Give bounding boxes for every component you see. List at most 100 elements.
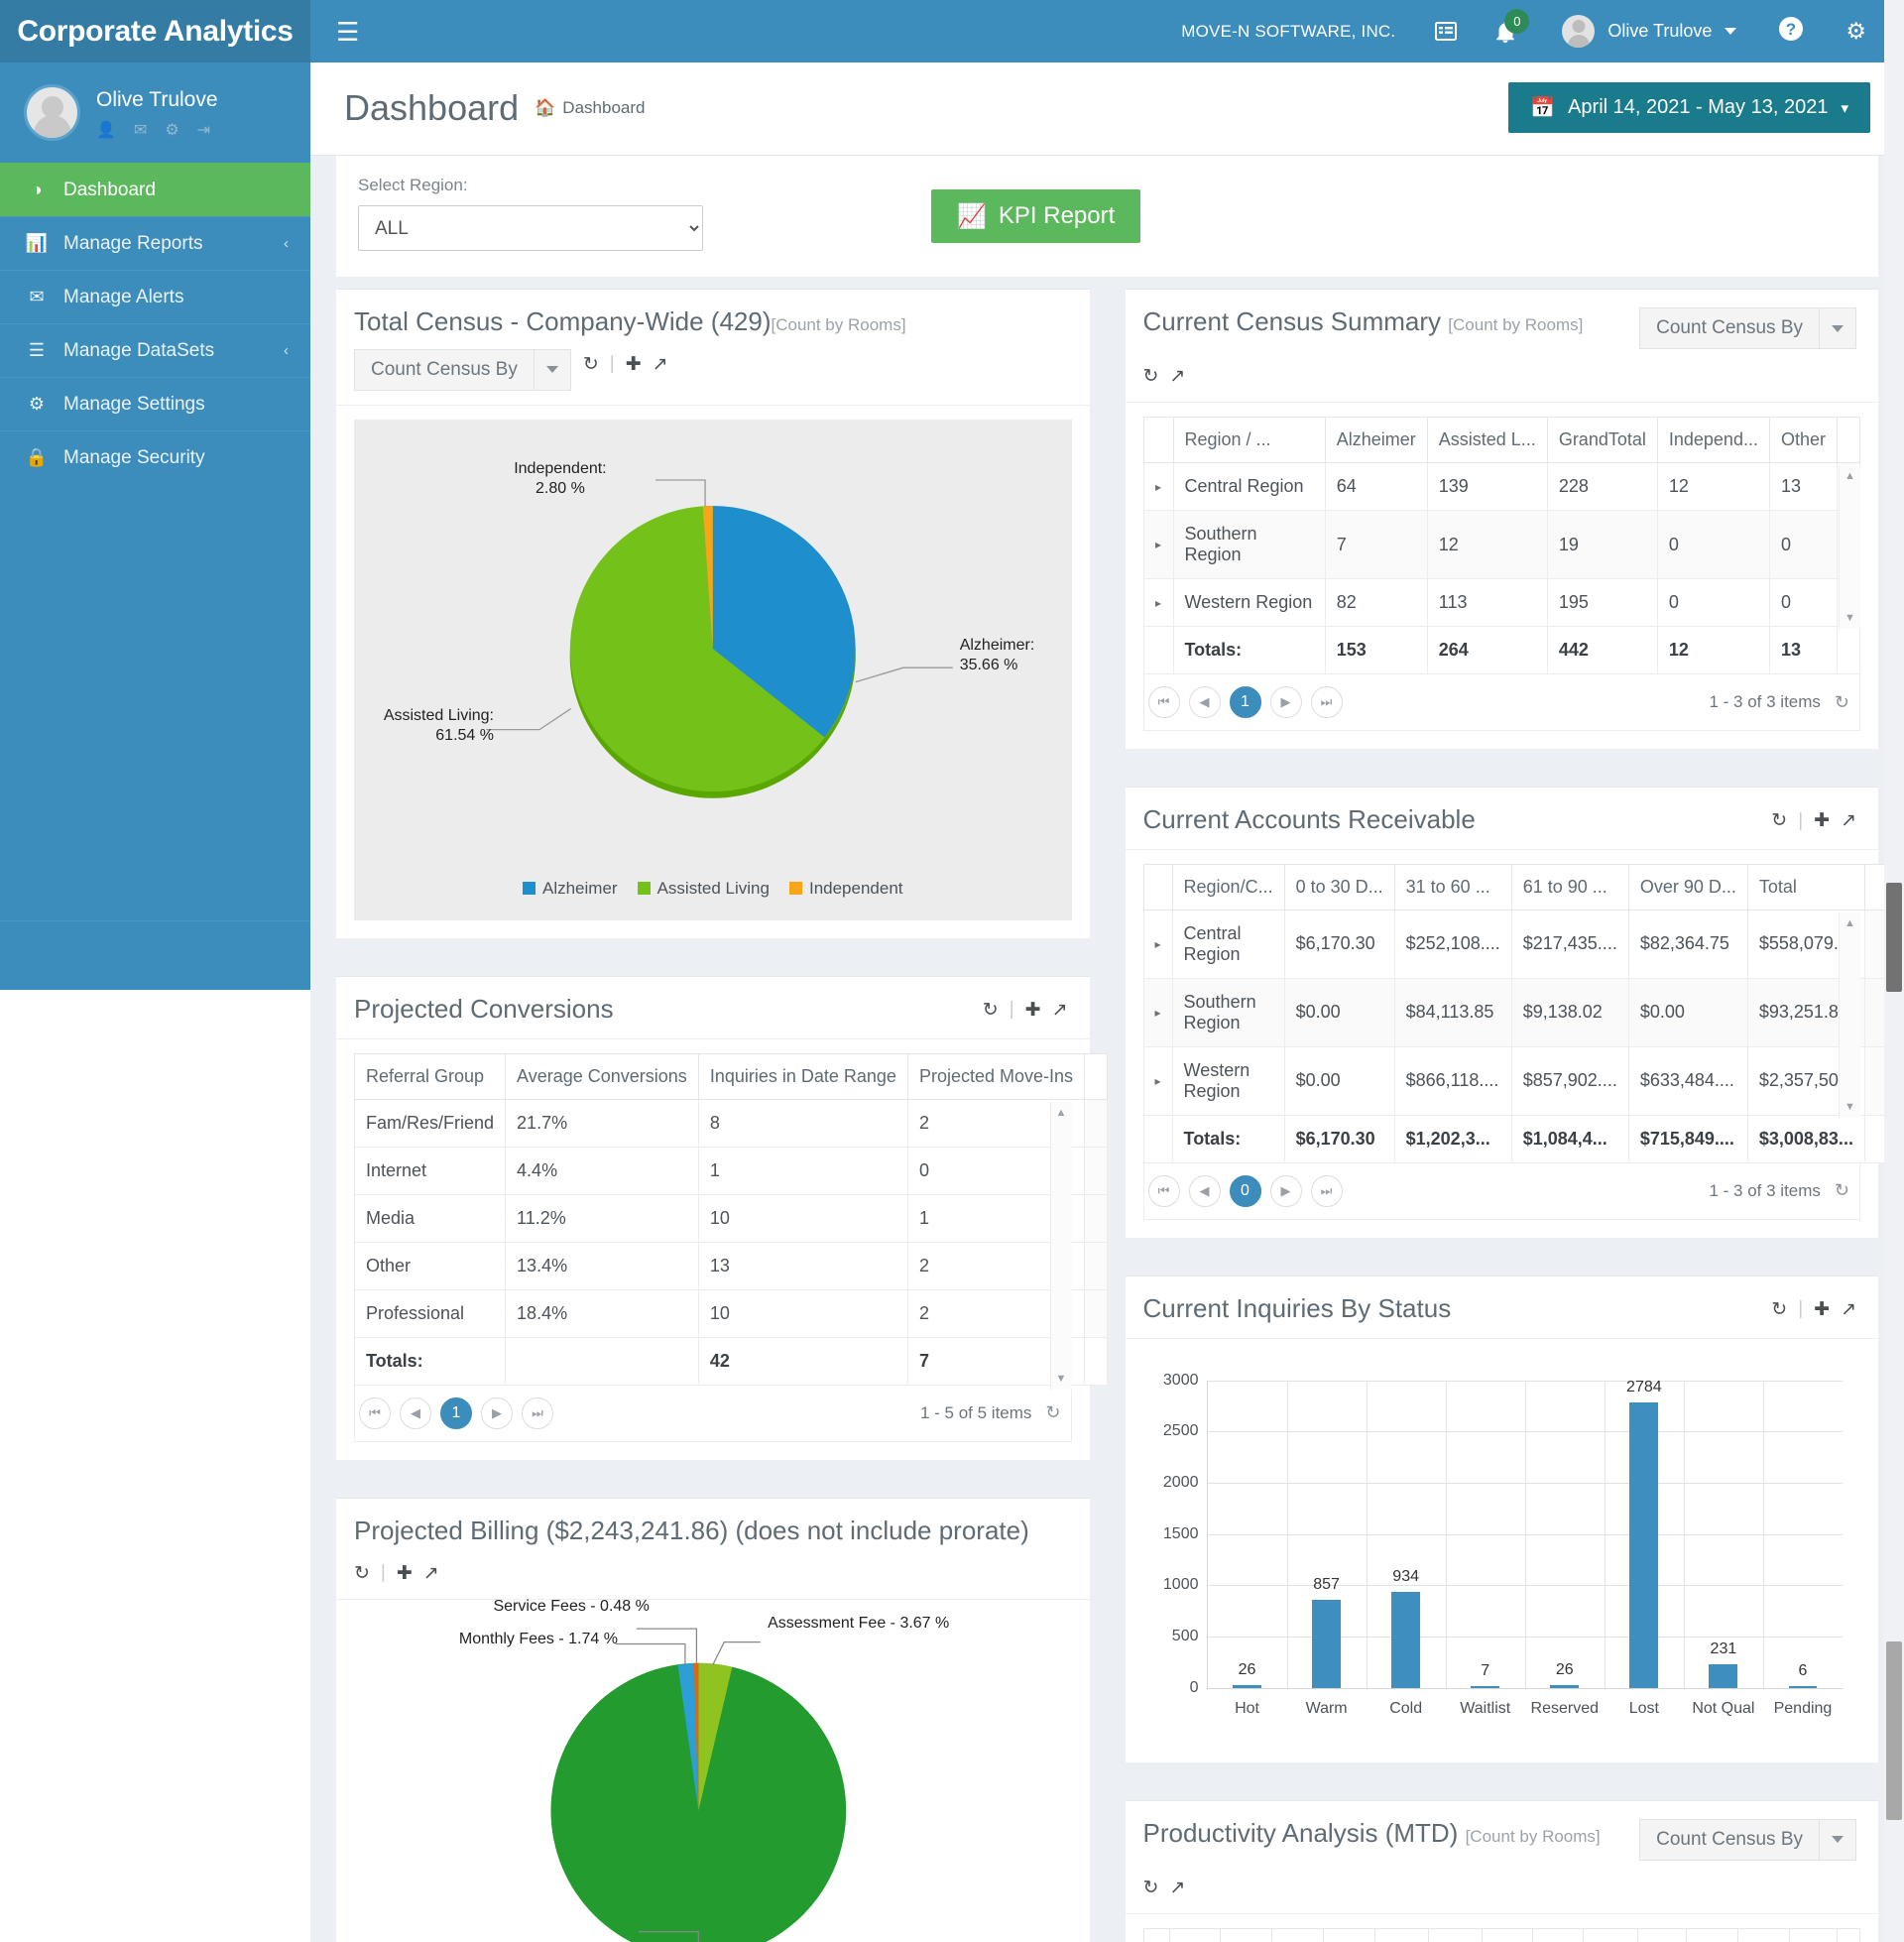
logout-icon[interactable]: ⇥ [197, 120, 210, 140]
column-header[interactable]: R... [1272, 1928, 1324, 1942]
expand-icon[interactable]: ↗ [1052, 999, 1068, 1022]
count-census-by-dropdown[interactable]: Count Census By [1639, 307, 1856, 349]
row-expander-icon[interactable]: ▸ [1143, 1046, 1172, 1115]
table-row[interactable]: ▸ Central Region 64 139 228 12 13 [1143, 463, 1860, 511]
sidebar-item-manage-alerts[interactable]: ✉ Manage Alerts [0, 270, 310, 323]
chevron-down-icon[interactable] [534, 349, 571, 391]
sidebar-item-manage-settings[interactable]: ⚙ Manage Settings [0, 377, 310, 430]
column-header[interactable]: Independ... [1657, 418, 1769, 463]
refresh-icon[interactable]: ↻ [1143, 1877, 1159, 1899]
sidebar-item-manage-datasets[interactable]: ☰ Manage DataSets ‹ [0, 323, 310, 377]
last-page-button[interactable]: ⏭ [522, 1397, 553, 1429]
expand-icon[interactable]: ↗ [1841, 809, 1856, 832]
page-scrollbar[interactable] [1884, 0, 1904, 1942]
refresh-icon[interactable]: ↻ [1045, 1402, 1060, 1423]
hamburger-icon[interactable]: ☰ [336, 19, 359, 45]
row-expander-icon[interactable]: ▸ [1143, 511, 1173, 579]
row-expander-icon[interactable]: ▸ [1143, 978, 1172, 1046]
table-row[interactable]: ▸ Southern Region $0.00 $84,113.85 $9,13… [1143, 978, 1887, 1046]
column-header[interactable]: R... [1221, 1928, 1272, 1942]
first-page-button[interactable]: ⏮ [359, 1397, 391, 1429]
refresh-icon[interactable]: ↻ [1143, 365, 1159, 388]
scroll-up-arrow[interactable]: ▲ [1056, 1107, 1067, 1119]
column-header[interactable]: 61 to 90 ... [1511, 864, 1628, 910]
dashboard-scroll-area[interactable]: Select Region: ALL 📈 KPI Report [310, 156, 1904, 1942]
scroll-down-arrow[interactable]: ▼ [1844, 612, 1855, 624]
table-row[interactable]: ▸ Southern Region 7 12 19 0 0 [1143, 511, 1860, 579]
user-menu[interactable]: Olive Trulove [1562, 15, 1736, 48]
bar-lost[interactable] [1629, 1402, 1658, 1688]
plus-icon[interactable]: ✚ [1814, 1298, 1830, 1321]
column-header[interactable]: 31 to 60 ... [1394, 864, 1511, 910]
column-header[interactable]: Region/C... [1172, 864, 1284, 910]
column-header[interactable]: 0 to 30 D... [1284, 864, 1394, 910]
scroll-up-arrow[interactable]: ▲ [1844, 470, 1855, 482]
table-vertical-scrollbar[interactable]: ▲ ▼ [1050, 1102, 1072, 1390]
gear-icon[interactable]: ⚙ [165, 120, 178, 140]
column-header[interactable]: Average Conversions [506, 1053, 699, 1099]
prev-page-button[interactable]: ◀ [400, 1397, 431, 1429]
column-header[interactable]: M... [1375, 1928, 1429, 1942]
column-header[interactable]: Over 90 D... [1628, 864, 1747, 910]
column-header[interactable]: Region / ... [1173, 418, 1325, 463]
column-header[interactable]: D... [1738, 1928, 1790, 1942]
question-circle-icon[interactable]: ? [1778, 16, 1804, 48]
bar-reserved[interactable] [1550, 1685, 1579, 1688]
column-header[interactable]: S... [1482, 1928, 1532, 1942]
prev-page-button[interactable]: ◀ [1189, 1175, 1221, 1207]
first-page-button[interactable]: ⏮ [1148, 1175, 1180, 1207]
refresh-icon[interactable]: ↻ [583, 353, 599, 376]
refresh-icon[interactable]: ↻ [354, 1562, 370, 1585]
column-header[interactable]: Referral Group [355, 1053, 506, 1099]
next-page-button[interactable]: ▶ [481, 1397, 513, 1429]
expand-icon[interactable]: ↗ [1169, 365, 1185, 388]
scroll-down-arrow[interactable]: ▼ [1844, 1101, 1855, 1113]
bar-waitlist[interactable] [1471, 1686, 1499, 1687]
sidebar-item-dashboard[interactable]: ◑ Dashboard [0, 163, 310, 216]
table-row[interactable]: Media 11.2% 10 1 [355, 1194, 1108, 1242]
column-header[interactable]: H... [1687, 1928, 1738, 1942]
table-row[interactable]: Fam/Res/Friend 21.7% 8 2 [355, 1099, 1108, 1147]
expand-icon[interactable]: ↗ [1841, 1298, 1856, 1321]
scroll-up-arrow[interactable]: ▲ [1844, 917, 1855, 929]
refresh-icon[interactable]: ↻ [1835, 1180, 1849, 1201]
table-vertical-scrollbar[interactable]: ▲ ▼ [1839, 465, 1860, 629]
table-row[interactable]: Other 13.4% 13 2 [355, 1242, 1108, 1289]
scrollbar-thumb[interactable] [1886, 883, 1902, 992]
plus-icon[interactable]: ✚ [1025, 999, 1041, 1022]
next-page-button[interactable]: ▶ [1270, 686, 1302, 718]
row-expander-icon[interactable]: ▸ [1143, 463, 1173, 511]
column-header[interactable]: Projected Move-Ins [907, 1053, 1084, 1099]
row-expander-icon[interactable]: ▸ [1143, 910, 1172, 978]
sidebar-item-manage-security[interactable]: 🔒 Manage Security [0, 430, 310, 484]
refresh-icon[interactable]: ↻ [1771, 1298, 1787, 1321]
count-census-by-dropdown[interactable]: Count Census By [1639, 1819, 1856, 1861]
last-page-button[interactable]: ⏭ [1311, 686, 1343, 718]
current-page-button[interactable]: 1 [1230, 686, 1261, 718]
column-header[interactable]: Pr... [1583, 1928, 1638, 1942]
table-row[interactable]: Internet 4.4% 1 0 [355, 1147, 1108, 1194]
expand-icon[interactable]: ↗ [423, 1562, 439, 1585]
user-icon[interactable]: 👤 [96, 120, 116, 140]
count-census-by-dropdown[interactable]: Count Census By [354, 349, 571, 391]
column-header[interactable]: Alzheimer [1325, 418, 1427, 463]
list-alt-icon[interactable] [1435, 22, 1457, 41]
region-select[interactable]: ALL [358, 205, 703, 251]
expand-icon[interactable]: ↗ [653, 353, 668, 376]
column-header[interactable]: Inq [1638, 1928, 1687, 1942]
prev-page-button[interactable]: ◀ [1189, 686, 1221, 718]
refresh-icon[interactable]: ↻ [983, 999, 999, 1022]
column-header[interactable]: M... [1428, 1928, 1482, 1942]
bar-hot[interactable] [1233, 1685, 1261, 1688]
bar-warm[interactable] [1312, 1600, 1341, 1688]
column-header[interactable]: S... [1532, 1928, 1583, 1942]
table-row[interactable]: ▸ Central Region $6,170.30 $252,108.... … [1143, 910, 1887, 978]
column-header[interactable]: Other [1769, 418, 1837, 463]
plus-icon[interactable]: ✚ [626, 353, 642, 376]
plus-icon[interactable]: ✚ [1814, 809, 1830, 832]
envelope-icon[interactable]: ✉ [134, 120, 147, 140]
date-range-picker[interactable]: 📅 April 14, 2021 - May 13, 2021 ▾ [1508, 82, 1870, 133]
first-page-button[interactable]: ⏮ [1148, 686, 1180, 718]
column-header[interactable]: Inquiries in Date Range [698, 1053, 907, 1099]
column-header[interactable]: GrandTotal [1547, 418, 1657, 463]
